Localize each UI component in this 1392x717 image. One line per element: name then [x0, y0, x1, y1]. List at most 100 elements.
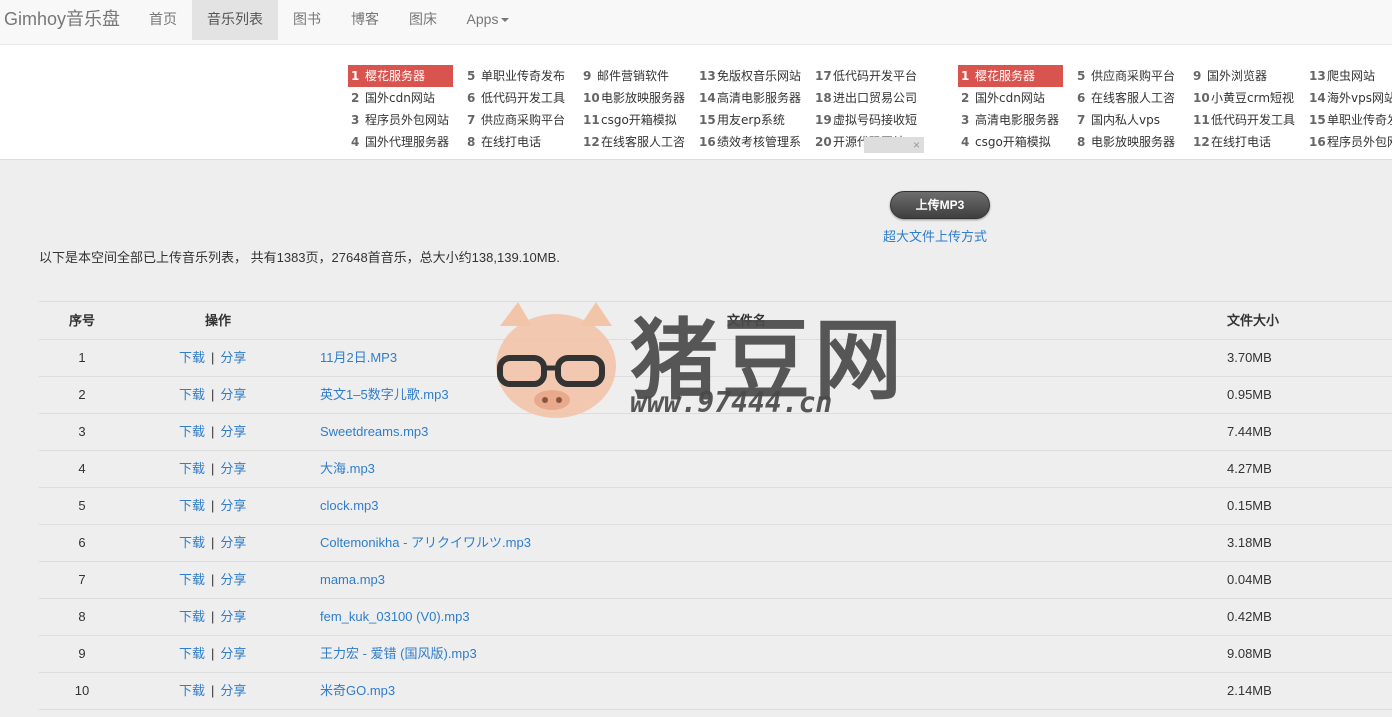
ad-link[interactable]: 14高清电影服务器 — [699, 87, 801, 109]
navbar: Gimhoy音乐盘 首页 音乐列表 图书 博客 图床 Apps — [0, 0, 1392, 45]
ad-link[interactable]: 9 邮件营销软件 — [583, 65, 685, 87]
ad-link[interactable]: 10电影放映服务器 — [583, 87, 685, 109]
ad-link[interactable]: 15用友erp系统 — [699, 109, 801, 131]
share-link[interactable]: 分享 — [220, 387, 246, 402]
ad-link[interactable]: 16程序员外包网 — [1309, 131, 1392, 153]
row-actions: 下载 | 分享 — [179, 414, 246, 450]
ad-link-label: 程序员外包网 — [1327, 135, 1392, 149]
ad-link[interactable]: 12在线客服人工咨 — [583, 131, 685, 153]
ad-link-number: 4 — [961, 135, 970, 149]
download-link[interactable]: 下载 — [179, 424, 205, 439]
share-link[interactable]: 分享 — [220, 350, 246, 365]
download-link[interactable]: 下载 — [179, 387, 205, 402]
ad-link[interactable]: 13爬虫网站 — [1309, 65, 1392, 87]
file-name-link[interactable]: 米奇GO.mp3 — [320, 673, 395, 709]
header-op: 操作 — [205, 313, 232, 328]
ad-link[interactable]: 3 程序员外包网站 — [351, 109, 453, 131]
ad-link[interactable]: 3 高清电影服务器 — [961, 109, 1063, 131]
ad-link-number: 2 — [961, 91, 970, 105]
share-link[interactable]: 分享 — [220, 683, 246, 698]
ad-link[interactable]: 1 樱花服务器 — [348, 65, 453, 87]
ad-column: 9 国外浏览器 10小黄豆crm短视 11低代码开发工具 12在线打电话 — [1193, 65, 1295, 153]
ad-link[interactable]: 16绩效考核管理系 — [699, 131, 801, 153]
ad-link[interactable]: 11csgo开箱模拟 — [583, 109, 685, 131]
ad-link-number: 2 — [351, 91, 360, 105]
file-size: 0.42MB — [1227, 609, 1272, 624]
share-link[interactable]: 分享 — [220, 424, 246, 439]
download-link[interactable]: 下载 — [179, 646, 205, 661]
ad-link[interactable]: 10小黄豆crm短视 — [1193, 87, 1295, 109]
ad-link-label: 在线客服人工咨 — [1091, 91, 1176, 105]
ad-link-label: 电影放映服务器 — [601, 91, 686, 105]
large-file-upload-link[interactable]: 超大文件上传方式 — [883, 226, 987, 245]
ad-link[interactable]: 4 国外代理服务器 — [351, 131, 453, 153]
ad-link[interactable]: 7 国内私人vps — [1077, 109, 1175, 131]
share-link[interactable]: 分享 — [220, 461, 246, 476]
ad-link[interactable]: 4 csgo开箱模拟 — [961, 131, 1063, 153]
ad-link[interactable]: 11低代码开发工具 — [1193, 109, 1295, 131]
ad-link[interactable]: 17低代码开发平台 — [815, 65, 917, 87]
ad-link[interactable]: 5 单职业传奇发布 — [467, 65, 565, 87]
nav-apps-dropdown[interactable]: Apps — [452, 0, 524, 40]
row-actions: 下载 | 分享 — [179, 673, 246, 709]
share-link[interactable]: 分享 — [220, 535, 246, 550]
file-name-link[interactable]: 11月2日.MP3 — [320, 340, 397, 376]
ad-column: 1 樱花服务器 2 国外cdn网站 3 高清电影服务器 4 csgo开箱模拟 — [958, 65, 1063, 153]
share-link[interactable]: 分享 — [220, 498, 246, 513]
file-name-link[interactable]: clock.mp3 — [320, 488, 379, 524]
share-link[interactable]: 分享 — [220, 646, 246, 661]
download-link[interactable]: 下载 — [179, 572, 205, 587]
nav-music-list[interactable]: 音乐列表 — [192, 0, 278, 40]
row-number: 6 — [78, 535, 86, 550]
ad-link-label: 高清电影服务器 — [717, 91, 802, 105]
download-link[interactable]: 下载 — [179, 350, 205, 365]
download-link[interactable]: 下载 — [179, 609, 205, 624]
share-link[interactable]: 分享 — [220, 572, 246, 587]
ad-link[interactable]: 8 电影放映服务器 — [1077, 131, 1175, 153]
ad-link-label: 单职业传奇发 — [1327, 113, 1392, 127]
table-row: 4 下载 | 分享 大海.mp3 4.27MB — [39, 451, 1392, 488]
nav-home[interactable]: 首页 — [134, 0, 192, 40]
file-name-link[interactable]: Sweetdreams.mp3 — [320, 414, 428, 450]
download-link[interactable]: 下载 — [179, 535, 205, 550]
ad-link-number: 1 — [961, 69, 970, 83]
ad-link[interactable]: 13免版权音乐网站 — [699, 65, 801, 87]
row-number: 5 — [78, 498, 86, 513]
ad-link[interactable]: 18进出口贸易公司 — [815, 87, 917, 109]
download-link[interactable]: 下载 — [179, 498, 205, 513]
ad-link[interactable]: 6 低代码开发工具 — [467, 87, 565, 109]
share-link[interactable]: 分享 — [220, 609, 246, 624]
ad-link-label: 低代码开发工具 — [1211, 113, 1296, 127]
ad-link[interactable]: 2 国外cdn网站 — [961, 87, 1063, 109]
file-name-link[interactable]: fem_kuk_03100 (V0).mp3 — [320, 599, 470, 635]
file-name-link[interactable]: 英文1–5数字儿歌.mp3 — [320, 377, 449, 413]
nav-books[interactable]: 图书 — [278, 0, 336, 40]
file-name-link[interactable]: Coltemonikha - アリクイワルツ.mp3 — [320, 525, 531, 561]
file-name-link[interactable]: 王力宏 - 爱错 (国风版).mp3 — [320, 636, 477, 672]
ad-link[interactable]: 5 供应商采购平台 — [1077, 65, 1175, 87]
ad-link[interactable]: 1 樱花服务器 — [958, 65, 1063, 87]
ad-link[interactable]: 6 在线客服人工咨 — [1077, 87, 1175, 109]
ad-link[interactable]: 19虚拟号码接收短 — [815, 109, 917, 131]
close-icon[interactable]: × — [913, 137, 920, 153]
upload-mp3-button[interactable]: 上传MP3 — [890, 191, 990, 219]
row-number: 8 — [78, 609, 86, 624]
ad-link-label: 樱花服务器 — [365, 69, 426, 83]
nav-image-host[interactable]: 图床 — [394, 0, 452, 40]
nav-blog[interactable]: 博客 — [336, 0, 394, 40]
ad-link[interactable]: 7 供应商采购平台 — [467, 109, 565, 131]
download-link[interactable]: 下载 — [179, 461, 205, 476]
ad-link-number: 19 — [815, 113, 832, 127]
ad-link[interactable]: 8 在线打电话 — [467, 131, 565, 153]
ad-link[interactable]: 12在线打电话 — [1193, 131, 1295, 153]
brand-logo[interactable]: Gimhoy音乐盘 — [4, 0, 120, 40]
library-summary: 以下是本空间全部已上传音乐列表， 共有1383页，27648首音乐，总大小约13… — [39, 250, 560, 265]
file-name-link[interactable]: 大海.mp3 — [320, 451, 375, 487]
ad-link[interactable]: 14海外vps网站 — [1309, 87, 1392, 109]
download-link[interactable]: 下载 — [179, 683, 205, 698]
ad-link[interactable]: 9 国外浏览器 — [1193, 65, 1295, 87]
ad-link[interactable]: 15单职业传奇发 — [1309, 109, 1392, 131]
row-actions: 下载 | 分享 — [179, 562, 246, 598]
file-name-link[interactable]: mama.mp3 — [320, 562, 385, 598]
ad-link[interactable]: 2 国外cdn网站 — [351, 87, 453, 109]
